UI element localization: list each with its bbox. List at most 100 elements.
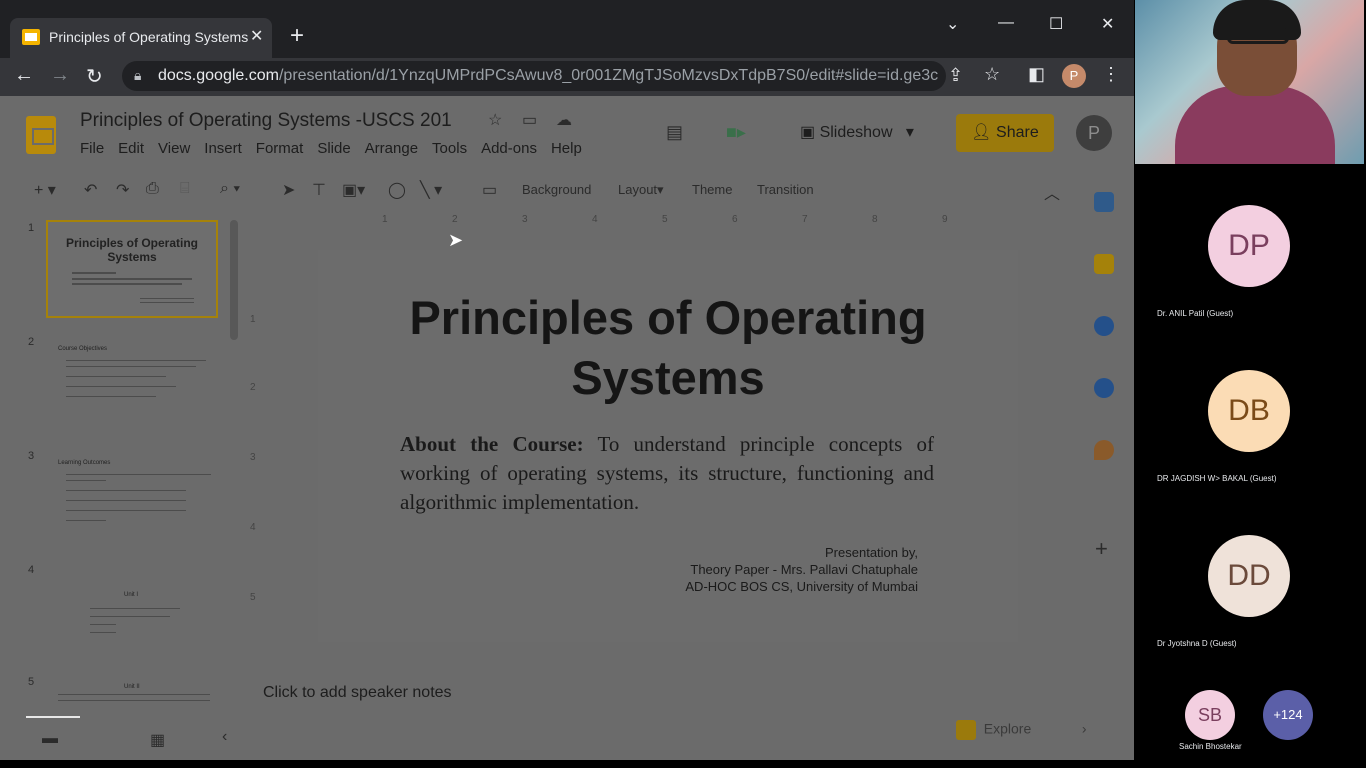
- editing-toolbar: + ▾ ↶ ↷ ⎙ ⌸ ⌕ ▾ ➤ ⊤ ▣▾ ◯ ╲ ▾ ▭ Backgroun…: [0, 172, 1070, 206]
- transition-button[interactable]: Transition: [757, 182, 814, 197]
- undo-icon[interactable]: ↶: [84, 180, 97, 200]
- presenter-video[interactable]: [1135, 0, 1364, 164]
- comments-icon[interactable]: ▤: [666, 122, 683, 143]
- slides-logo-icon[interactable]: [26, 116, 56, 154]
- meet-camera-icon[interactable]: ■▸: [726, 122, 746, 143]
- filmstrip-view-icon[interactable]: ▬: [42, 730, 58, 748]
- keep-icon[interactable]: [1094, 254, 1114, 274]
- ruler-tick: 4: [592, 214, 598, 225]
- maximize-icon[interactable]: ☐: [1049, 14, 1063, 34]
- url-omnibox[interactable]: 🔒︎ docs.google.com/presentation/d/1YnzqU…: [122, 61, 963, 91]
- zoom-icon[interactable]: ⌕ ▾: [220, 180, 240, 198]
- ruler-tick: 8: [872, 214, 878, 225]
- reload-icon[interactable]: ↻: [86, 64, 103, 89]
- filmstrip-scrollbar[interactable]: [230, 220, 238, 340]
- share-button[interactable]: 👤︎ Share: [956, 114, 1054, 152]
- slide-thumbnail-3[interactable]: Learning Outcomes: [46, 448, 218, 546]
- thumbnail-line: [66, 474, 211, 475]
- menu-format[interactable]: Format: [256, 140, 304, 157]
- filmstrip-divider: [26, 716, 80, 718]
- redo-icon[interactable]: ↷: [116, 180, 129, 200]
- meet-participants-panel: DP Dr. ANIL Patil (Guest) DB DR JAGDISH …: [1134, 0, 1366, 768]
- print-icon[interactable]: ⎙: [146, 180, 159, 198]
- slide-title[interactable]: Principles of Operating Systems: [318, 288, 1018, 408]
- move-folder-icon[interactable]: ▭: [522, 110, 537, 130]
- share-page-icon[interactable]: ⇪: [948, 65, 963, 86]
- paint-format-icon[interactable]: ⌸: [180, 180, 190, 198]
- minimize-icon[interactable]: —: [998, 14, 1014, 32]
- slide-thumbnail-4[interactable]: Unit I: [46, 562, 218, 660]
- chrome-menu-icon[interactable]: ⋮: [1102, 64, 1120, 85]
- menu-slide[interactable]: Slide: [317, 140, 350, 157]
- menu-bar: File Edit View Insert Format Slide Arran…: [80, 140, 582, 157]
- tasks-icon[interactable]: [1094, 316, 1114, 336]
- more-participants-badge[interactable]: +124: [1263, 690, 1313, 740]
- thumbnail-line: [72, 272, 116, 274]
- slide-number: 2: [28, 336, 35, 348]
- get-addons-plus-icon[interactable]: +: [1095, 536, 1108, 562]
- shape-icon[interactable]: ◯: [388, 180, 406, 200]
- collapse-toolbar-chevron-icon[interactable]: ︿: [1044, 180, 1060, 204]
- menu-insert[interactable]: Insert: [204, 140, 242, 157]
- maps-icon[interactable]: [1094, 440, 1114, 460]
- cloud-status-icon[interactable]: ☁: [556, 110, 572, 130]
- lock-icon: 🔒︎: [134, 67, 142, 83]
- presenter-credit[interactable]: Presentation by, Theory Paper - Mrs. Pal…: [685, 544, 918, 595]
- explore-button[interactable]: Explore ›: [956, 720, 1086, 740]
- comment-add-icon[interactable]: ▭: [482, 180, 497, 200]
- menu-tools[interactable]: Tools: [432, 140, 467, 157]
- layout-button[interactable]: Layout▾: [618, 182, 664, 198]
- speaker-notes-field[interactable]: Click to add speaker notes: [263, 684, 452, 702]
- thumbnail-line: [90, 632, 116, 633]
- slideshow-button[interactable]: ▣ Slideshow ▾: [800, 122, 914, 142]
- menu-help[interactable]: Help: [551, 140, 582, 157]
- menu-edit[interactable]: Edit: [118, 140, 144, 157]
- text-box-icon[interactable]: ⊤: [312, 180, 326, 200]
- thumbnail-heading: Unit II: [124, 684, 140, 690]
- menu-arrange[interactable]: Arrange: [365, 140, 418, 157]
- window-close-icon[interactable]: ✕: [1101, 14, 1114, 34]
- presenter-line: AD-HOC BOS CS, University of Mumbai: [685, 579, 918, 594]
- menu-addons[interactable]: Add-ons: [481, 140, 537, 157]
- explore-icon: [956, 720, 976, 740]
- tab-search-chevron-icon[interactable]: ⌄: [946, 14, 959, 34]
- star-icon[interactable]: ☆: [488, 110, 502, 130]
- menu-view[interactable]: View: [158, 140, 190, 157]
- slide-thumbnail-2[interactable]: Course Objectives: [46, 334, 218, 432]
- bookmark-star-icon[interactable]: ☆: [984, 64, 1000, 85]
- collapse-filmstrip-icon[interactable]: ‹: [222, 728, 227, 746]
- video-person-glasses: [1227, 28, 1289, 44]
- select-arrow-icon[interactable]: ➤: [282, 180, 295, 200]
- calendar-icon[interactable]: [1094, 192, 1114, 212]
- new-slide-plus-icon[interactable]: + ▾: [34, 180, 56, 200]
- ruler-tick: 7: [802, 214, 808, 225]
- slide-thumbnail-5[interactable]: Unit II: [46, 674, 218, 716]
- background-button[interactable]: Background: [522, 182, 591, 197]
- grid-view-icon[interactable]: ▦: [150, 730, 165, 750]
- document-title[interactable]: Principles of Operating Systems -USCS 20…: [80, 110, 452, 132]
- account-avatar[interactable]: P: [1076, 115, 1112, 151]
- forward-arrow-icon[interactable]: →: [50, 64, 70, 87]
- thumbnail-heading: Course Objectives: [58, 346, 108, 352]
- presenter-line: Presentation by,: [825, 545, 918, 560]
- contacts-icon[interactable]: [1094, 378, 1114, 398]
- browser-tab[interactable]: Principles of Operating Systems ✕: [10, 18, 272, 58]
- side-panel-icon[interactable]: ◧: [1028, 64, 1045, 85]
- tab-close-icon[interactable]: ✕: [250, 26, 263, 46]
- slide-canvas[interactable]: Principles of Operating Systems About the…: [318, 250, 1018, 642]
- slide-body-text[interactable]: About the Course: To understand principl…: [400, 430, 934, 517]
- back-arrow-icon[interactable]: ←: [14, 64, 34, 87]
- ruler-tick: 3: [522, 214, 528, 225]
- image-icon[interactable]: ▣▾: [342, 180, 365, 200]
- slide-thumbnail-1[interactable]: Principles of Operating Systems: [46, 220, 218, 318]
- new-tab-plus-icon[interactable]: +: [290, 22, 304, 50]
- participant-avatar-sb[interactable]: SB: [1185, 690, 1235, 740]
- thumbnail-line: [140, 298, 194, 299]
- participant-name: Sachin Bhostekar: [1179, 742, 1242, 751]
- thumbnail-line: [90, 616, 170, 617]
- line-icon[interactable]: ╲ ▾: [420, 180, 442, 200]
- menu-file[interactable]: File: [80, 140, 104, 157]
- browser-profile-avatar[interactable]: P: [1062, 64, 1086, 88]
- participant-name: Dr Jyotshna D (Guest): [1157, 639, 1237, 648]
- theme-button[interactable]: Theme: [692, 182, 732, 197]
